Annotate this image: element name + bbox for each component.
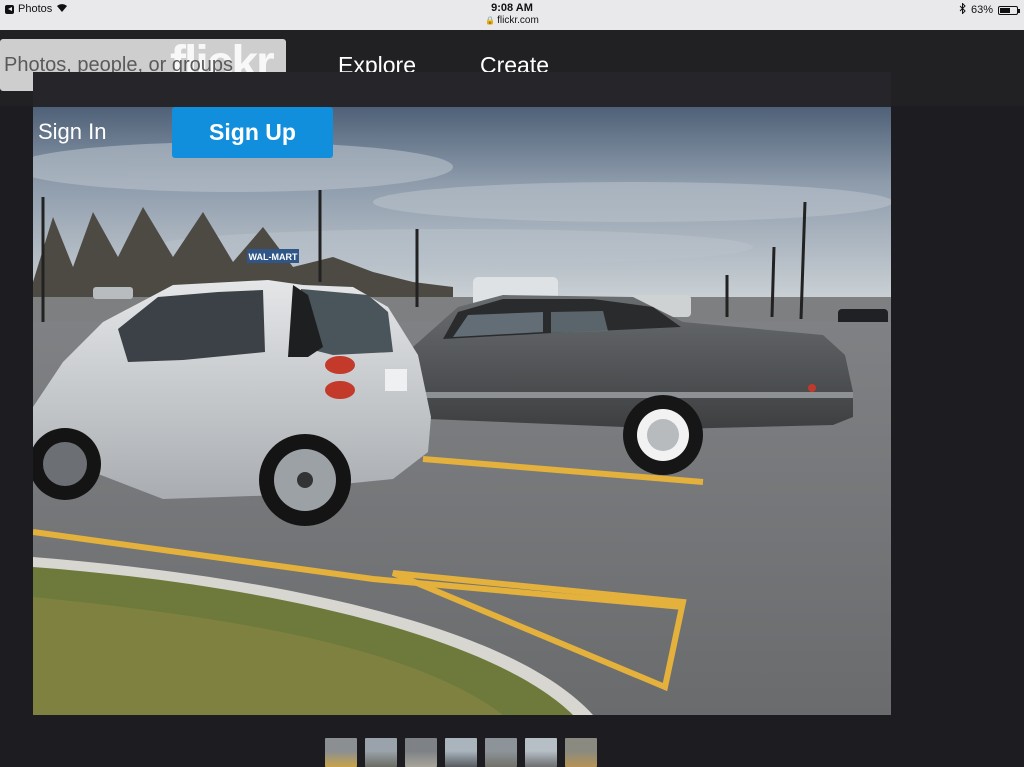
status-right: 63% xyxy=(959,2,1020,17)
url-text: flickr.com xyxy=(497,15,539,26)
sign-in-link[interactable]: Sign In xyxy=(38,119,107,145)
battery-percent: 63% xyxy=(970,4,993,16)
status-bar: Photos 9:08 AM 🔒 flickr.com 63% xyxy=(0,0,1024,30)
thumb-1[interactable] xyxy=(325,738,357,767)
thumbnail-strip xyxy=(325,738,597,767)
main-photo[interactable]: WAL-MART xyxy=(33,107,891,715)
store-sign: WAL-MART xyxy=(249,252,298,262)
thumb-7[interactable] xyxy=(565,738,597,767)
lock-icon: 🔒 xyxy=(485,16,496,25)
thumb-2[interactable] xyxy=(365,738,397,767)
battery-icon xyxy=(998,5,1020,15)
thumb-4[interactable] xyxy=(445,738,477,767)
bluetooth-icon xyxy=(959,2,966,17)
thumb-5[interactable] xyxy=(485,738,517,767)
address-bar[interactable]: 🔒 flickr.com xyxy=(0,15,1024,26)
status-center: 9:08 AM 🔒 flickr.com xyxy=(0,2,1024,26)
battery-fill xyxy=(1000,7,1010,13)
thumb-3[interactable] xyxy=(405,738,437,767)
clock: 9:08 AM xyxy=(491,2,533,14)
photo-top-frame xyxy=(33,72,891,107)
thumb-6[interactable] xyxy=(525,738,557,767)
sign-up-button[interactable]: Sign Up xyxy=(172,107,333,158)
